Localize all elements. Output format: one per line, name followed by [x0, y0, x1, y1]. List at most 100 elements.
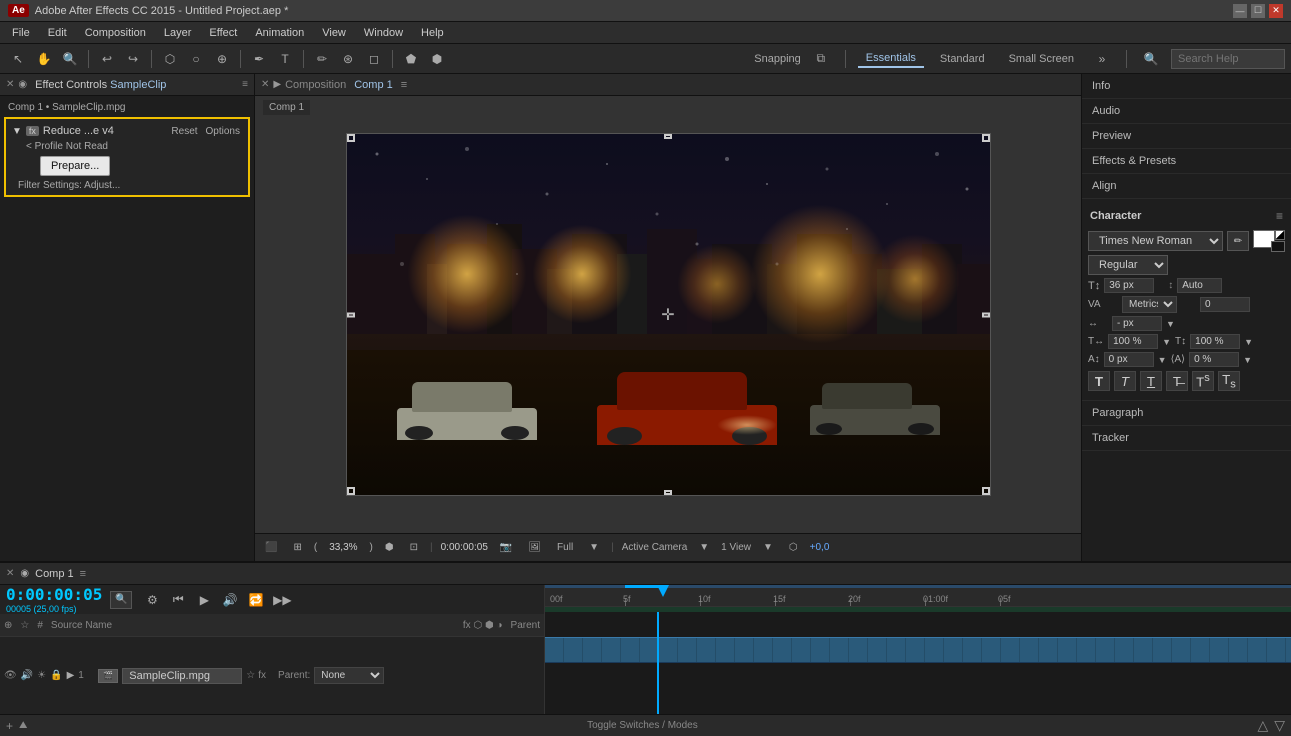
camera-tool[interactable]: ⬡: [158, 48, 182, 70]
effect-panel-close[interactable]: ✕: [6, 79, 14, 90]
layer-parent-select[interactable]: None: [314, 667, 384, 684]
menu-help[interactable]: Help: [413, 25, 452, 41]
right-panel-info[interactable]: Info: [1082, 74, 1291, 99]
char-bold-btn[interactable]: T: [1088, 371, 1110, 391]
timeline-search-btn[interactable]: 🔍: [110, 591, 132, 609]
char-tracking-value[interactable]: [1200, 297, 1250, 312]
maximize-button[interactable]: ☐: [1251, 4, 1265, 18]
handle-ml[interactable]: [347, 312, 355, 317]
right-panel-paragraph[interactable]: Paragraph: [1082, 401, 1291, 426]
right-panel-tracker[interactable]: Tracker: [1082, 426, 1291, 451]
layer-lock-btn[interactable]: 🔒: [50, 670, 62, 681]
char-baseline-input[interactable]: [1104, 352, 1154, 367]
char-underline-btn[interactable]: T: [1140, 371, 1162, 391]
char-tsf-v-input[interactable]: [1190, 334, 1240, 349]
timeline-add-marker-btn[interactable]: +: [6, 719, 13, 733]
menu-layer[interactable]: Layer: [156, 25, 200, 41]
char-baseline-dropdown[interactable]: ▼: [1158, 355, 1167, 365]
titlebar-controls[interactable]: — ☐ ✕: [1233, 4, 1283, 18]
redo-tool[interactable]: ↪: [121, 48, 145, 70]
menu-window[interactable]: Window: [356, 25, 411, 41]
comp-grid-btn[interactable]: ⊞: [289, 541, 305, 554]
layer-audio-btn[interactable]: 🔊: [21, 670, 33, 681]
char-swap-colors[interactable]: [1275, 230, 1285, 240]
effect-options-btn[interactable]: Options: [204, 126, 242, 137]
timeline-panel-close[interactable]: ✕: [6, 568, 14, 579]
comp-3d-btn[interactable]: ⬡: [785, 541, 802, 554]
char-sup-btn[interactable]: Ts: [1192, 371, 1214, 391]
comp-fit-btn[interactable]: ⬢: [381, 541, 398, 554]
roto-tool[interactable]: ⬟: [399, 48, 423, 70]
char-tsf-h-dropdown[interactable]: ▼: [1162, 337, 1171, 347]
text-tool[interactable]: T: [273, 48, 297, 70]
close-button[interactable]: ✕: [1269, 4, 1283, 18]
comp-snapshot-btn[interactable]: 📷: [496, 541, 516, 554]
char-size-input[interactable]: [1104, 278, 1154, 293]
selection-tool[interactable]: ↖: [6, 48, 30, 70]
comp-safe-btn[interactable]: ⊡: [406, 541, 422, 554]
comp-panel-close[interactable]: ✕: [261, 79, 269, 90]
char-sub-btn[interactable]: Ts: [1218, 371, 1240, 391]
workspace-essentials[interactable]: Essentials: [858, 50, 924, 68]
prepare-button[interactable]: Prepare...: [40, 156, 110, 176]
char-pencil-btn[interactable]: ✏: [1227, 231, 1249, 251]
menu-edit[interactable]: Edit: [40, 25, 75, 41]
comp-quality-btn[interactable]: Full: [553, 541, 577, 554]
snap-toggle[interactable]: ⧉: [809, 48, 833, 70]
brush-tool[interactable]: ✏: [310, 48, 334, 70]
zoom-tool[interactable]: 🔍: [58, 48, 82, 70]
menu-view[interactable]: View: [314, 25, 354, 41]
minimize-button[interactable]: —: [1233, 4, 1247, 18]
char-tracking-type[interactable]: Metrics: [1122, 296, 1177, 313]
hand-tool[interactable]: ✋: [32, 48, 56, 70]
pen-tool[interactable]: ✒: [247, 48, 271, 70]
char-skew-input[interactable]: [1189, 352, 1239, 367]
effect-reset-btn[interactable]: Reset: [169, 126, 199, 137]
char-tsf-v-dropdown[interactable]: ▼: [1244, 337, 1253, 347]
timeline-ram-btn[interactable]: ▶▶: [270, 589, 294, 611]
search-input[interactable]: [1178, 53, 1278, 65]
right-panel-preview[interactable]: Preview: [1082, 124, 1291, 149]
char-strikethrough-btn[interactable]: T̶: [1166, 371, 1188, 391]
timeline-prev-frame-btn[interactable]: ⏮: [166, 589, 190, 611]
search-icon[interactable]: 🔍: [1139, 48, 1163, 70]
handle-tl[interactable]: [347, 134, 355, 142]
comp-cam-dropdown[interactable]: ▼: [695, 541, 713, 554]
timeline-loop-btn[interactable]: 🔁: [244, 589, 268, 611]
timeline-current-time[interactable]: 0:00:00:05: [6, 585, 102, 604]
char-leading-dropdown[interactable]: ▼: [1166, 319, 1175, 329]
handle-br[interactable]: [982, 487, 990, 495]
playhead-marker[interactable]: [657, 585, 669, 597]
effect-panel-options[interactable]: ≡: [242, 79, 248, 90]
menu-animation[interactable]: Animation: [247, 25, 312, 41]
handle-tr[interactable]: [982, 134, 990, 142]
char-tsf-h-input[interactable]: [1108, 334, 1158, 349]
layer-icon-fx[interactable]: fx: [258, 670, 266, 681]
right-panel-effects[interactable]: Effects & Presets: [1082, 149, 1291, 174]
orbit-tool[interactable]: ○: [184, 48, 208, 70]
comp-zoom-value[interactable]: 33,3%: [325, 541, 361, 554]
effect-expand[interactable]: ▼: [12, 126, 22, 137]
handle-bl[interactable]: [347, 487, 355, 495]
layer-visible-btn[interactable]: 👁: [4, 670, 17, 681]
pan-tool[interactable]: ⊕: [210, 48, 234, 70]
undo-tool[interactable]: ↩: [95, 48, 119, 70]
comp-menu-icon[interactable]: ≡: [401, 79, 407, 91]
layer-name[interactable]: SampleClip.mpg: [122, 668, 242, 684]
timeline-settings-btn[interactable]: ⚙: [140, 589, 164, 611]
video-frame[interactable]: ✛: [346, 133, 991, 496]
layer-solo-btn[interactable]: ☀: [37, 670, 46, 681]
char-leading-px-input[interactable]: [1112, 316, 1162, 331]
comp-show-snap-btn[interactable]: 🖼: [524, 541, 545, 554]
timeline-expand-btn[interactable]: △: [1257, 717, 1268, 734]
char-panel-menu[interactable]: ≡: [1276, 209, 1283, 223]
menu-composition[interactable]: Composition: [77, 25, 154, 41]
timeline-menu[interactable]: ≡: [80, 568, 86, 580]
layer-expand-btn[interactable]: ▶: [67, 670, 75, 681]
workspace-small[interactable]: Small Screen: [1001, 51, 1082, 67]
timeline-play-btn[interactable]: ▶: [192, 589, 216, 611]
char-italic-btn[interactable]: T: [1114, 371, 1136, 391]
char-style-select[interactable]: Regular: [1088, 255, 1168, 275]
menu-file[interactable]: File: [4, 25, 38, 41]
clone-tool[interactable]: ⊛: [336, 48, 360, 70]
